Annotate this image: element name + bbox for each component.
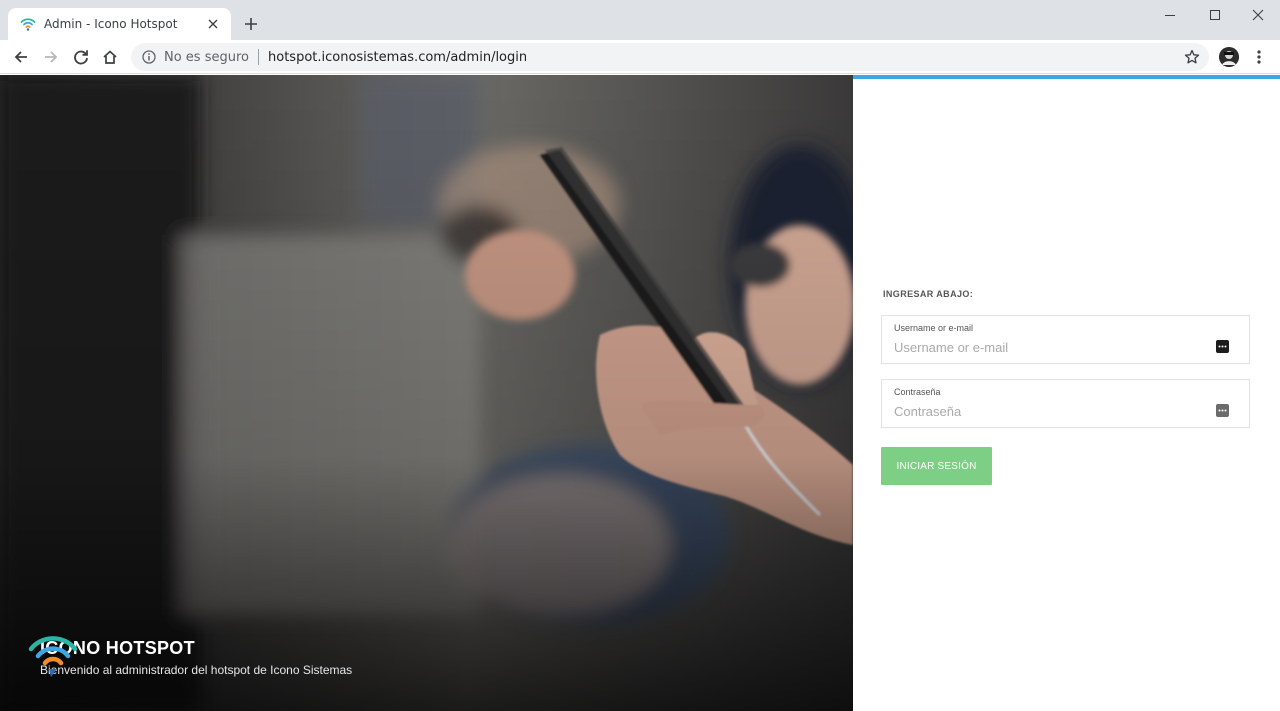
address-bar[interactable]: No es seguro hotspot.iconosistemas.com/a…: [131, 43, 1209, 71]
omnibox-divider: [258, 49, 259, 65]
password-label: Contraseña: [894, 387, 941, 397]
username-input[interactable]: [894, 338, 1204, 356]
profile-avatar[interactable]: [1219, 47, 1239, 67]
brand-title: ICONO HOTSPOT: [40, 638, 195, 658]
login-heading: INGRESAR ABAJO:: [883, 289, 974, 299]
brand-text: ICONO HOTSPOT Bienvenido al administrado…: [40, 635, 352, 679]
maximize-icon[interactable]: [1193, 0, 1237, 30]
forward-arrow-icon[interactable]: [39, 45, 63, 69]
reload-icon[interactable]: [69, 45, 93, 69]
browser-toolbar: No es seguro hotspot.iconosistemas.com/a…: [0, 40, 1280, 74]
browser-tab-active[interactable]: Admin - Icono Hotspot: [8, 8, 231, 40]
login-submit-button[interactable]: INICIAR SESIÓN: [881, 447, 992, 485]
minimize-icon[interactable]: [1148, 0, 1192, 30]
login-panel: INGRESAR ABAJO: Username or e-mail Contr…: [853, 75, 1280, 711]
info-icon[interactable]: [141, 49, 157, 65]
browser-menu-icon[interactable]: [1250, 46, 1268, 68]
username-label: Username or e-mail: [894, 323, 974, 333]
home-icon[interactable]: [98, 45, 122, 69]
brand-subtitle: Bienvenido al administrador del hotspot …: [40, 663, 353, 677]
wifi-favicon-icon: [20, 16, 36, 32]
password-manager-key-icon[interactable]: [1216, 404, 1229, 417]
hero-photo-illustration: [0, 75, 853, 711]
url-text[interactable]: hotspot.iconosistemas.com/admin/login: [268, 50, 527, 65]
wifi-logo-icon: [28, 636, 78, 677]
bookmark-star-icon[interactable]: [1183, 48, 1201, 66]
password-input[interactable]: [894, 402, 1204, 420]
browser-titlebar: Admin - Icono Hotspot: [0, 0, 1280, 40]
tab-title: Admin - Icono Hotspot: [44, 17, 178, 31]
back-arrow-icon[interactable]: [9, 45, 33, 69]
username-field[interactable]: Username or e-mail: [881, 315, 1250, 364]
hero-background-photo: ICONO HOTSPOT Bienvenido al administrado…: [0, 75, 853, 711]
password-manager-key-icon[interactable]: [1216, 340, 1229, 353]
new-tab-icon[interactable]: [240, 13, 262, 35]
tab-close-icon[interactable]: [205, 16, 221, 32]
window-close-icon[interactable]: [1236, 0, 1280, 30]
brand-block: ICONO HOTSPOT Bienvenido al administrado…: [28, 635, 352, 679]
security-status[interactable]: No es seguro: [164, 50, 249, 65]
password-field[interactable]: Contraseña: [881, 379, 1250, 428]
